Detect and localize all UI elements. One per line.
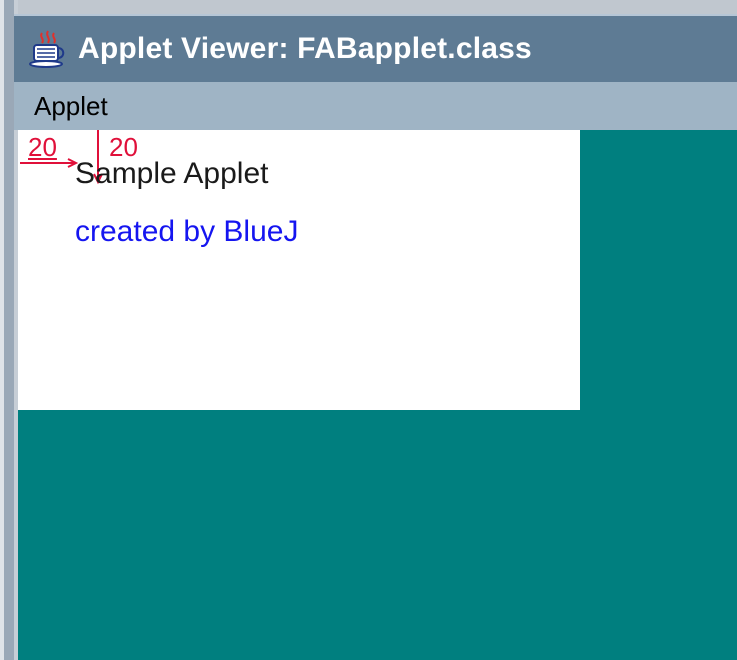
title-bar[interactable]: Applet Viewer: FABapplet.class [14, 14, 737, 82]
applet-viewer-window: Applet Viewer: FABapplet.class Applet 20… [0, 0, 737, 660]
java-coffee-cup-icon[interactable] [28, 29, 68, 69]
sample-applet-text: Sample Applet [75, 157, 269, 190]
applet-panel: 20 20 Sample Applet created by BlueJ [18, 130, 580, 410]
window-title: Applet Viewer: FABapplet.class [78, 32, 532, 65]
applet-container: 20 20 Sample Applet created by BlueJ [18, 130, 737, 660]
created-by-text: created by BlueJ [75, 215, 299, 248]
menu-bar: Applet [14, 82, 737, 130]
menu-applet[interactable]: Applet [34, 91, 108, 122]
